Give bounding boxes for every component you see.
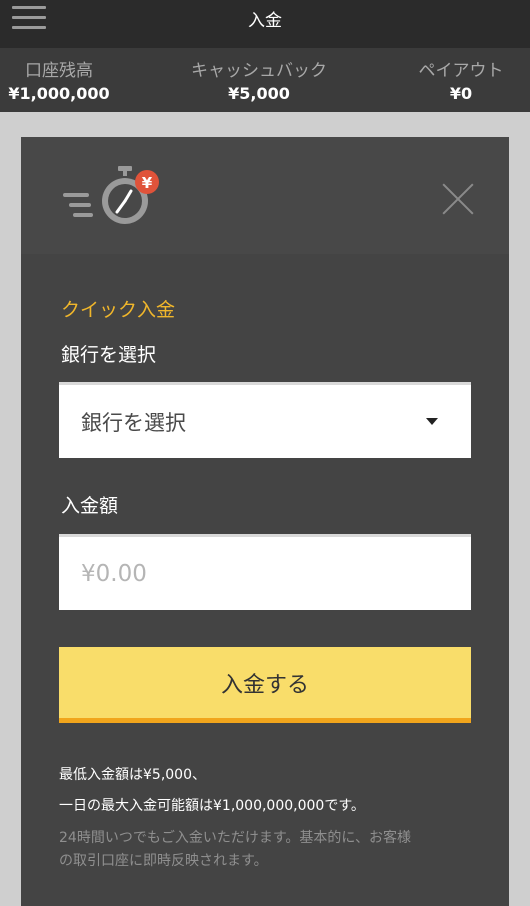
stat-cashback: キャッシュバック ¥5,000 [180,56,338,103]
min-deposit-note: 最低入金額は¥5,000、 [59,767,206,783]
bank-select[interactable]: 銀行を選択 [59,382,471,458]
stat-cashback-value: ¥5,000 [228,84,290,103]
stat-payout: ペイアウト ¥0 [408,56,514,103]
stat-balance-label: 口座残高 [25,61,93,81]
chevron-down-icon [426,418,438,425]
deposit-submit-button[interactable]: 入金する [59,647,471,723]
yen-badge-symbol: ¥ [142,174,153,192]
amount-label: 入金額 [61,495,119,517]
section-title: クイック入金 [61,299,176,321]
bank-select-label: 銀行を選択 [61,344,157,366]
stat-payout-label: ペイアウト [418,61,504,81]
bank-select-value: 銀行を選択 [81,411,186,435]
max-deposit-note: 一日の最大入金可能額は¥1,000,000,000です。 [59,798,365,814]
account-stats-bar: 口座残高 ¥1,000,000 キャッシュバック ¥5,000 ペイアウト ¥0 [0,48,530,112]
top-bar: 入金 [0,0,530,48]
deposit-info-line-2: の取引口座に即時反映されます。 [59,853,268,869]
amount-input[interactable] [59,534,471,610]
deposit-modal: ¥ クイック入金 銀行を選択 銀行を選択 入金額 入金する 最低入金額は¥5,0… [21,137,509,906]
deposit-info-line-1: 24時間いつでもご入金いただけます。基本的に、お客様 [59,830,411,846]
close-icon[interactable] [441,182,475,216]
page-title: 入金 [248,11,282,31]
stat-balance: 口座残高 ¥1,000,000 [0,56,118,103]
stat-cashback-label: キャッシュバック [191,61,327,81]
fast-stopwatch-yen-icon: ¥ [63,166,159,224]
modal-header: ¥ [21,137,509,254]
stat-payout-value: ¥0 [449,84,473,103]
stat-balance-value: ¥1,000,000 [8,84,110,103]
